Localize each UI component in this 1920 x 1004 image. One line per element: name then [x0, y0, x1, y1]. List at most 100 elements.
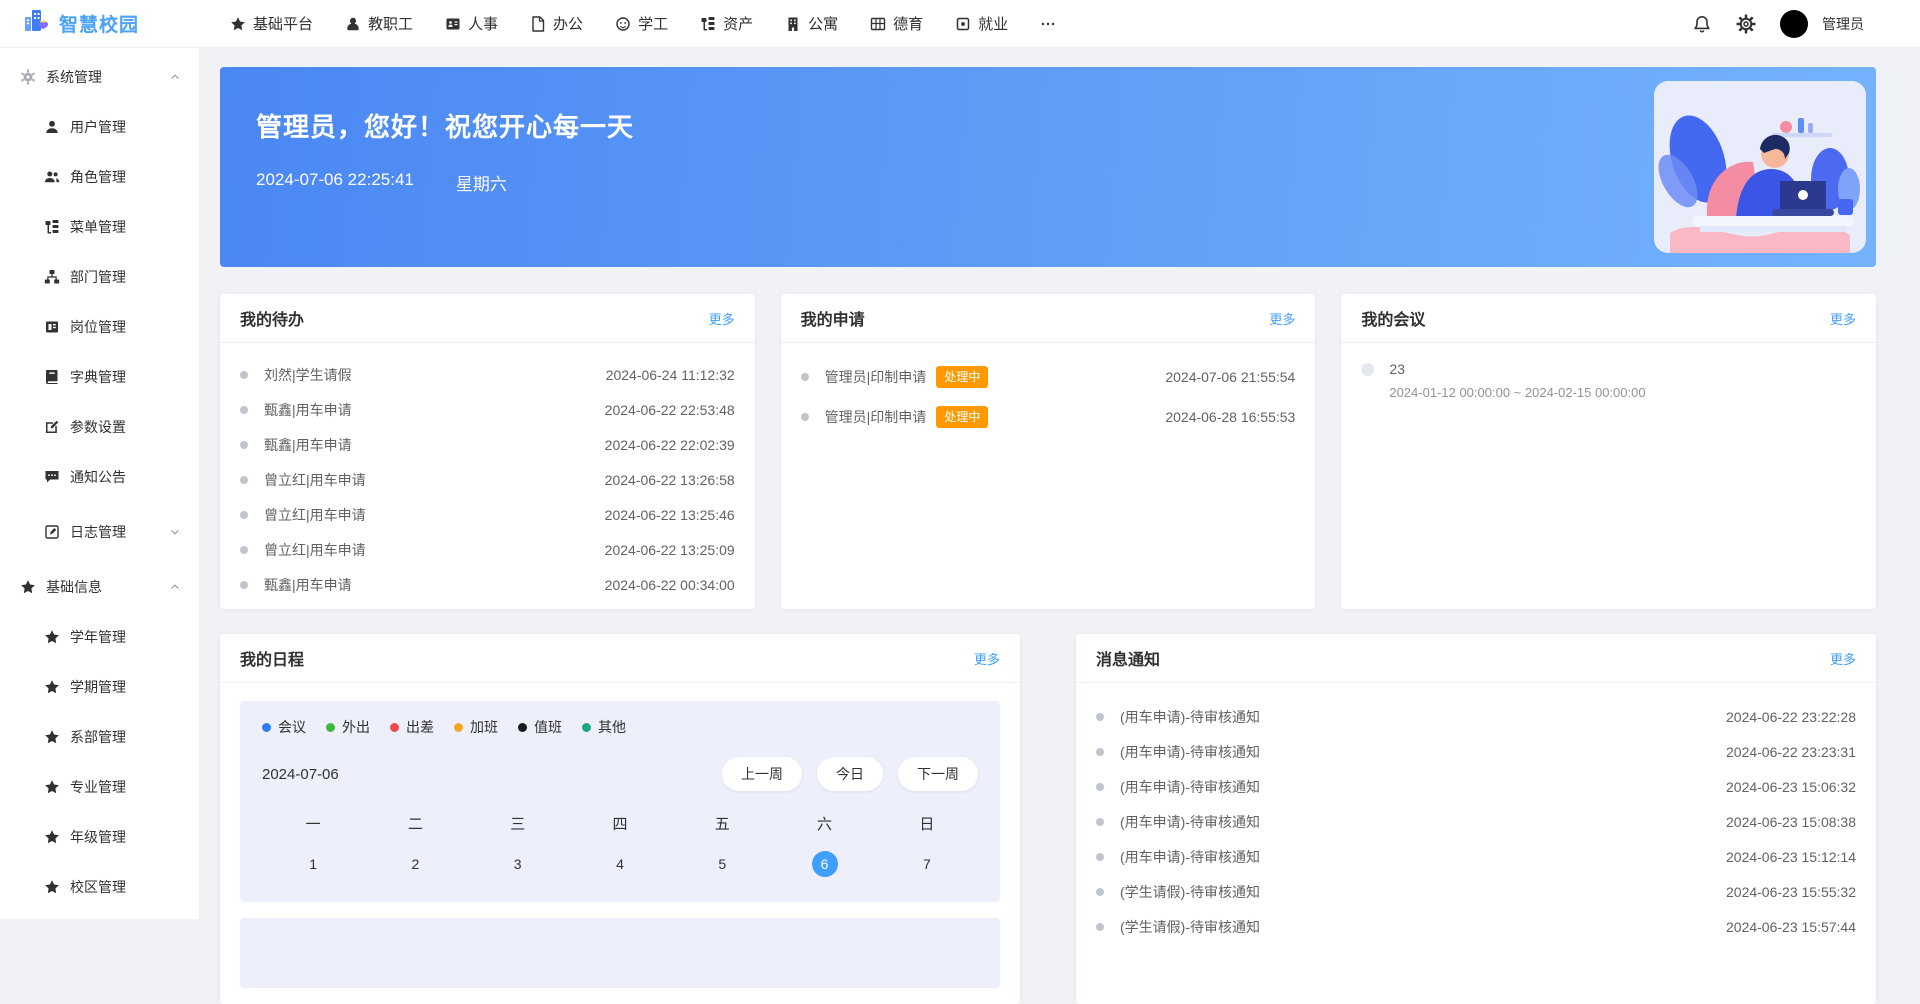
- prev-week-button[interactable]: 上一周: [722, 757, 802, 791]
- next-week-button[interactable]: 下一周: [898, 757, 978, 791]
- list-item[interactable]: 23 2024-01-12 00:00:00 ~ 2024-02-15 00:0…: [1361, 357, 1856, 400]
- sidebar-item-faculty-management[interactable]: 系部管理: [0, 712, 199, 762]
- sidebar-label: 日志管理: [70, 522, 126, 542]
- nav-item-office[interactable]: 办公: [530, 0, 583, 48]
- weekday-label: 二: [364, 813, 466, 834]
- sidebar-item-campus-management[interactable]: 校区管理: [0, 862, 199, 912]
- sidebar-label: 基础信息: [46, 577, 102, 597]
- item-time: 2024-06-23 15:06:32: [1726, 779, 1856, 795]
- sidebar-label: 参数设置: [70, 417, 126, 437]
- date-cell[interactable]: 4: [569, 850, 671, 878]
- sidebar: 系统管理 用户管理 角色管理 菜单管理 部门管理 岗位管理 字典管理 参数设置 …: [0, 48, 200, 919]
- list-item[interactable]: 甄鑫|用车申请2024-06-22 22:53:48: [240, 392, 735, 427]
- bullet-icon: [1096, 818, 1104, 826]
- sidebar-item-dictionary-management[interactable]: 字典管理: [0, 352, 199, 402]
- list-item[interactable]: 曾立红|用车申请2024-06-22 13:26:58: [240, 462, 735, 497]
- sidebar-item-major-management[interactable]: 专业管理: [0, 762, 199, 812]
- date-cell[interactable]: 7: [876, 850, 978, 878]
- list-item[interactable]: (学生请假)-待审核通知2024-06-23 15:57:44: [1096, 909, 1856, 944]
- list-item[interactable]: (用车申请)-待审核通知2024-06-23 15:08:38: [1096, 804, 1856, 839]
- nav-item-moral-education[interactable]: 德育: [870, 0, 923, 48]
- app-title: 智慧校园: [59, 10, 139, 37]
- list-item[interactable]: 管理员|印制申请处理中2024-07-06 21:55:54: [801, 357, 1296, 397]
- date-cell[interactable]: 1: [262, 850, 364, 878]
- sidebar-item-grade-management[interactable]: 年级管理: [0, 812, 199, 862]
- list-item[interactable]: (用车申请)-待审核通知2024-06-22 23:22:28: [1096, 699, 1856, 734]
- nav-item-staff[interactable]: 教职工: [345, 0, 413, 48]
- nav-item-employment[interactable]: 就业: [955, 0, 1008, 48]
- list-item[interactable]: 管理员|印制申请处理中2024-06-28 16:55:53: [801, 397, 1296, 437]
- sidebar-item-semester-management[interactable]: 学期管理: [0, 662, 199, 712]
- sidebar-item-post-management[interactable]: 岗位管理: [0, 302, 199, 352]
- nav-item-apartment[interactable]: 公寓: [785, 0, 838, 48]
- more-dots-icon: [1040, 16, 1056, 32]
- user-name[interactable]: 管理员: [1822, 14, 1864, 34]
- list-item[interactable]: 刘然|学生请假2024-06-24 11:12:32: [240, 357, 735, 392]
- bell-icon[interactable]: [1692, 14, 1712, 34]
- welcome-banner: 管理员，您好！祝您开心每一天 2024-07-06 22:25:41 星期六: [220, 67, 1876, 267]
- bullet-icon: [1096, 888, 1104, 896]
- today-button[interactable]: 今日: [817, 757, 883, 791]
- bullet-icon: [240, 441, 248, 449]
- nav-item-more[interactable]: [1040, 0, 1056, 48]
- list-item[interactable]: (用车申请)-待审核通知2024-06-23 15:12:14: [1096, 839, 1856, 874]
- sidebar-item-department-management[interactable]: 部门管理: [0, 252, 199, 302]
- weekday-label: 五: [671, 813, 773, 834]
- todo-more-link[interactable]: 更多: [709, 309, 735, 328]
- sidebar-item-school-year-management[interactable]: 学年管理: [0, 612, 199, 662]
- sidebar-section-basic-info[interactable]: 基础信息: [0, 562, 199, 612]
- message-more-link[interactable]: 更多: [1830, 649, 1856, 668]
- application-more-link[interactable]: 更多: [1269, 309, 1295, 328]
- nav-item-hr[interactable]: 人事: [445, 0, 498, 48]
- nav-item-student-affairs[interactable]: 学工: [615, 0, 668, 48]
- log-icon: [44, 524, 60, 540]
- bullet-icon: [1096, 783, 1104, 791]
- list-item[interactable]: (学生请假)-待审核通知2024-06-23 15:55:32: [1096, 874, 1856, 909]
- current-datetime: 2024-07-06 22:25:41: [256, 170, 414, 195]
- nav-item-assets[interactable]: 资产: [700, 0, 753, 48]
- user-avatar[interactable]: [1780, 10, 1808, 38]
- date-cell[interactable]: 2: [364, 850, 466, 878]
- sidebar-item-notice-announcement[interactable]: 通知公告: [0, 452, 199, 502]
- bullet-icon: [801, 373, 809, 381]
- weekday-label: 一: [262, 813, 364, 834]
- sidebar-item-menu-management[interactable]: 菜单管理: [0, 202, 199, 252]
- sidebar-item-role-management[interactable]: 角色管理: [0, 152, 199, 202]
- id-card-icon: [445, 16, 461, 32]
- legend-dot-other: [582, 723, 591, 732]
- top-nav: 智慧校园 基础平台 教职工 人事 办公 学工 资产 公寓: [0, 0, 1920, 48]
- list-item[interactable]: (用车申请)-待审核通知2024-06-22 23:23:31: [1096, 734, 1856, 769]
- weekday-label: 日: [876, 813, 978, 834]
- sidebar-item-parameter-settings[interactable]: 参数设置: [0, 402, 199, 452]
- card-title: 我的日程: [240, 646, 304, 670]
- sidebar-label: 专业管理: [70, 777, 126, 797]
- schedule-more-link[interactable]: 更多: [974, 649, 1000, 668]
- item-time: 2024-06-22 23:23:31: [1726, 744, 1856, 760]
- date-cell[interactable]: 5: [671, 850, 773, 878]
- schedule-legend: 会议 外出 出差 加班 值班 其他: [262, 717, 978, 737]
- date-cell[interactable]: 3: [467, 850, 569, 878]
- status-badge: 处理中: [936, 366, 988, 388]
- date-cell-active[interactable]: 6: [773, 850, 875, 878]
- nav-item-base-platform[interactable]: 基础平台: [230, 0, 313, 48]
- list-item[interactable]: (用车申请)-待审核通知2024-06-23 15:06:32: [1096, 769, 1856, 804]
- app-logo[interactable]: 智慧校园: [0, 7, 200, 40]
- item-time: 2024-06-22 22:53:48: [605, 402, 735, 418]
- list-item[interactable]: 甄鑫|用车申请2024-06-22 22:02:39: [240, 427, 735, 462]
- list-item[interactable]: 曾立红|用车申请2024-06-22 13:25:46: [240, 497, 735, 532]
- meeting-more-link[interactable]: 更多: [1830, 309, 1856, 328]
- legend-dot-trip: [390, 723, 399, 732]
- list-item[interactable]: 曾立红|用车申请2024-06-22 13:25:09: [240, 532, 735, 567]
- schedule-detail-panel: [240, 918, 1000, 988]
- person-icon: [345, 16, 361, 32]
- status-badge: 处理中: [936, 406, 988, 428]
- list-item[interactable]: 甄鑫|用车申请2024-06-22 00:34:00: [240, 567, 735, 602]
- star-icon: [20, 579, 36, 595]
- gear-icon[interactable]: [1736, 14, 1756, 34]
- sidebar-item-log-management[interactable]: 日志管理: [0, 507, 199, 557]
- bullet-icon: [1096, 748, 1104, 756]
- sidebar-item-user-management[interactable]: 用户管理: [0, 102, 199, 152]
- item-label: 曾立红|用车申请: [264, 505, 366, 525]
- sidebar-section-system-management[interactable]: 系统管理: [0, 52, 199, 102]
- users-icon: [44, 169, 60, 185]
